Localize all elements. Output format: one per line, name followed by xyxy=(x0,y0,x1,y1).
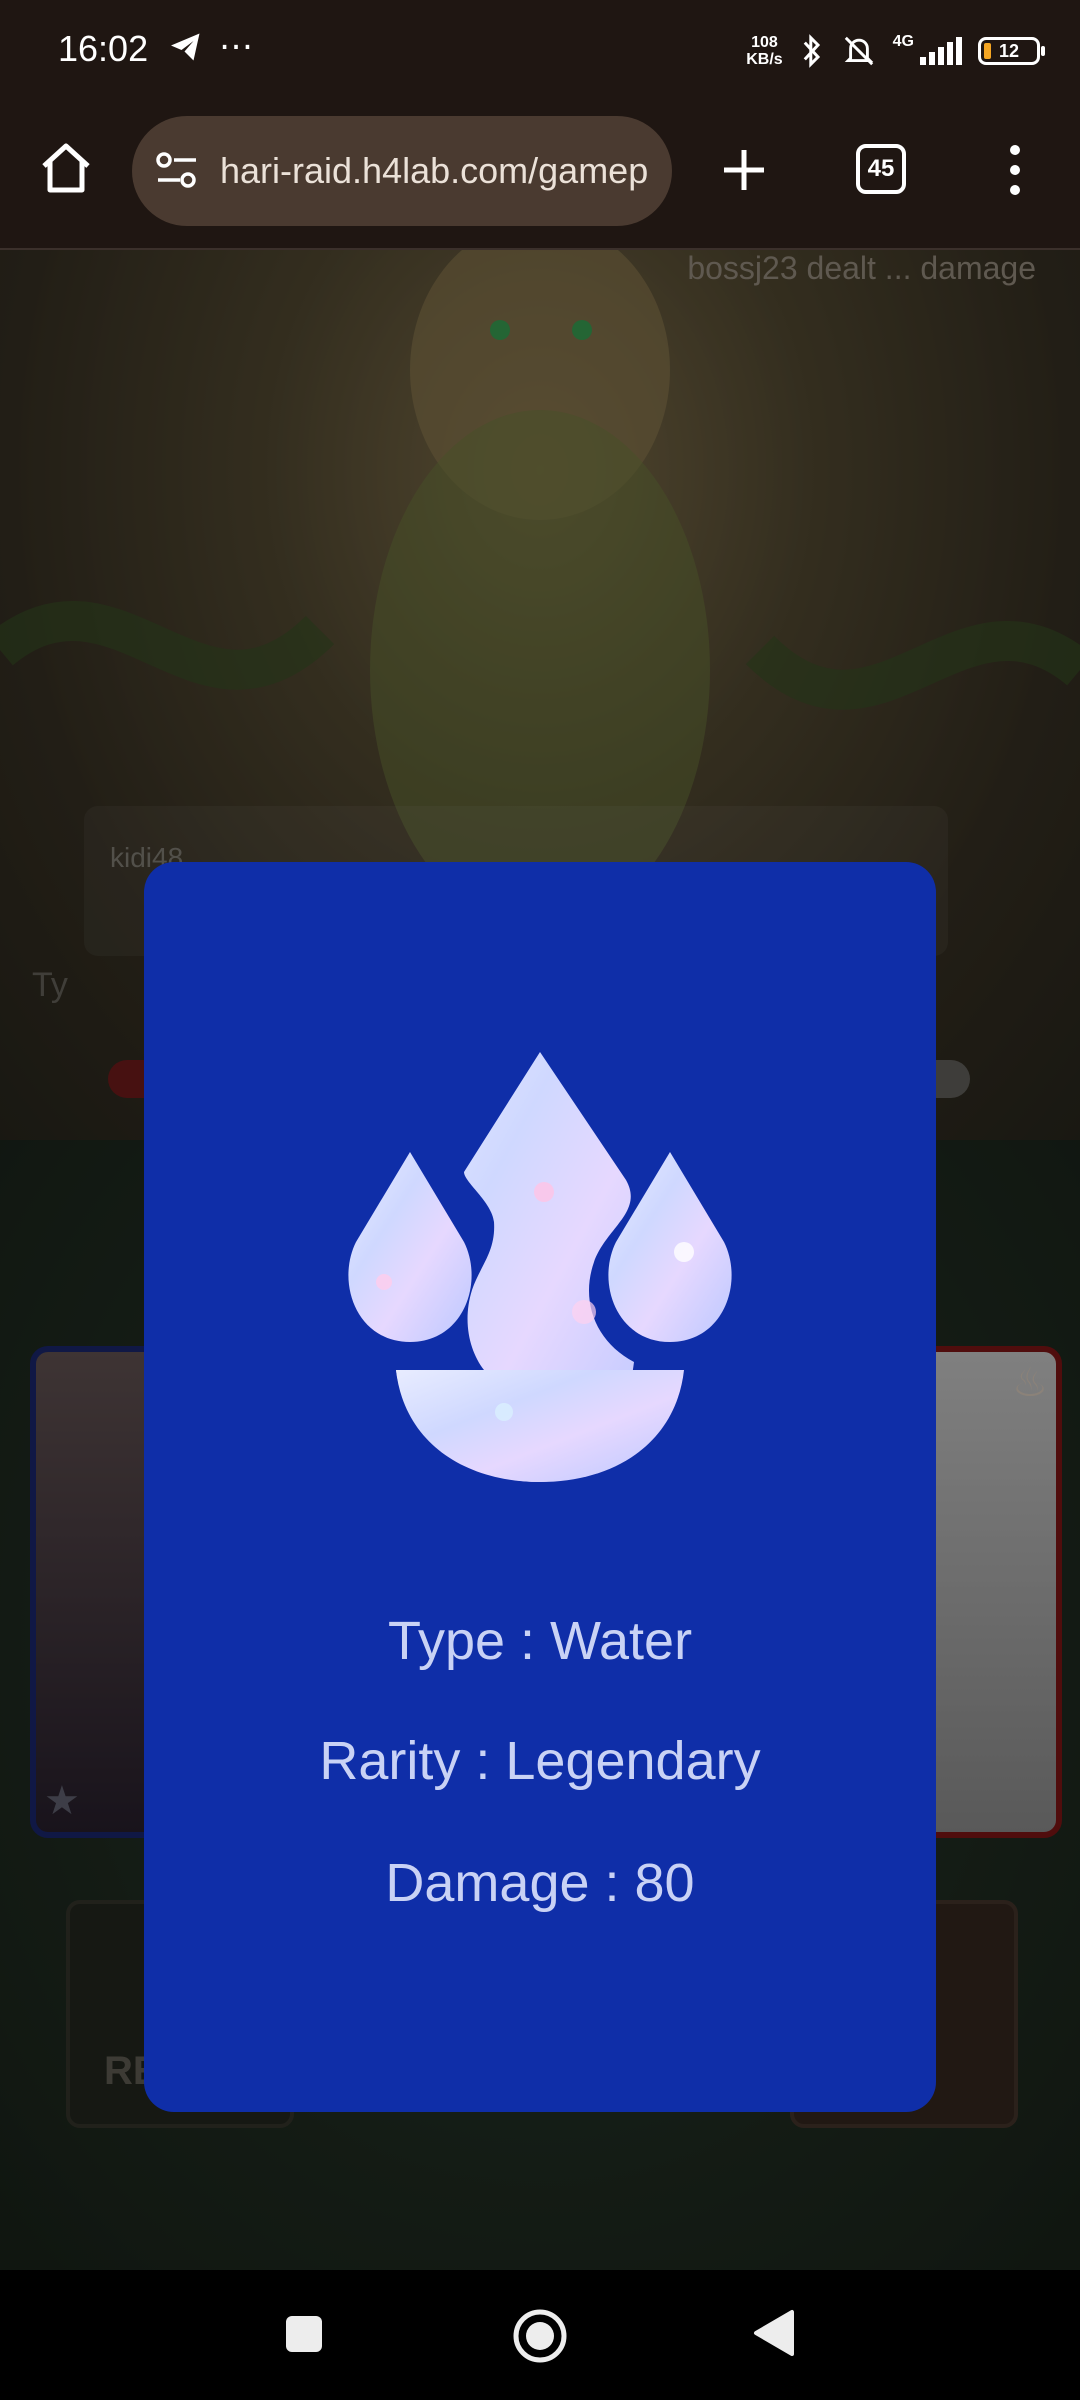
element-info-modal: Type : Water Rarity : Legendary Damage :… xyxy=(144,862,936,2112)
signal-icon xyxy=(920,37,962,65)
net-speed: 108 KB/s xyxy=(746,34,782,68)
element-rarity-text: Rarity : Legendary xyxy=(319,1731,761,1791)
bluetooth-icon xyxy=(803,34,820,68)
back-triangle-icon[interactable] xyxy=(752,2308,796,2358)
battery-level: 12 xyxy=(998,41,1020,61)
system-navigation-bar xyxy=(0,2270,1080,2400)
url-text[interactable]: hari-raid.h4lab.com/gamep xyxy=(220,150,648,192)
element-damage-text: Damage : 80 xyxy=(385,1853,695,1913)
new-tab-plus-icon[interactable] xyxy=(714,140,774,200)
address-bar[interactable]: hari-raid.h4lab.com/gamep xyxy=(132,116,672,226)
more-dots-icon: ⋯ xyxy=(218,27,259,66)
status-left-icons: ⋯ xyxy=(168,26,259,67)
tabs-icon[interactable]: 45 xyxy=(856,144,906,194)
element-type-text: Type : Water xyxy=(387,1611,693,1671)
recent-apps-icon[interactable] xyxy=(286,2316,322,2352)
status-bar: 16:02 ⋯ 108 KB/s 4G 12 xyxy=(0,0,1080,100)
network-type: 4G xyxy=(892,33,914,50)
home-circle-icon[interactable] xyxy=(512,2308,568,2364)
net-speed-unit: KB/s xyxy=(746,51,783,68)
browser-toolbar: hari-raid.h4lab.com/gamep 45 xyxy=(0,100,1080,250)
menu-dots-icon[interactable] xyxy=(1000,140,1030,200)
status-right-icons: 108 KB/s 4G 12 xyxy=(746,26,1045,76)
site-settings-icon[interactable] xyxy=(154,148,200,194)
telegram-icon xyxy=(171,33,200,61)
battery-icon: 12 xyxy=(978,37,1045,65)
net-speed-value: 108 xyxy=(751,34,778,51)
silent-bell-icon xyxy=(844,36,873,66)
status-time: 16:02 xyxy=(58,28,149,69)
home-icon[interactable] xyxy=(34,136,98,200)
water-drops-icon xyxy=(348,1052,732,1482)
